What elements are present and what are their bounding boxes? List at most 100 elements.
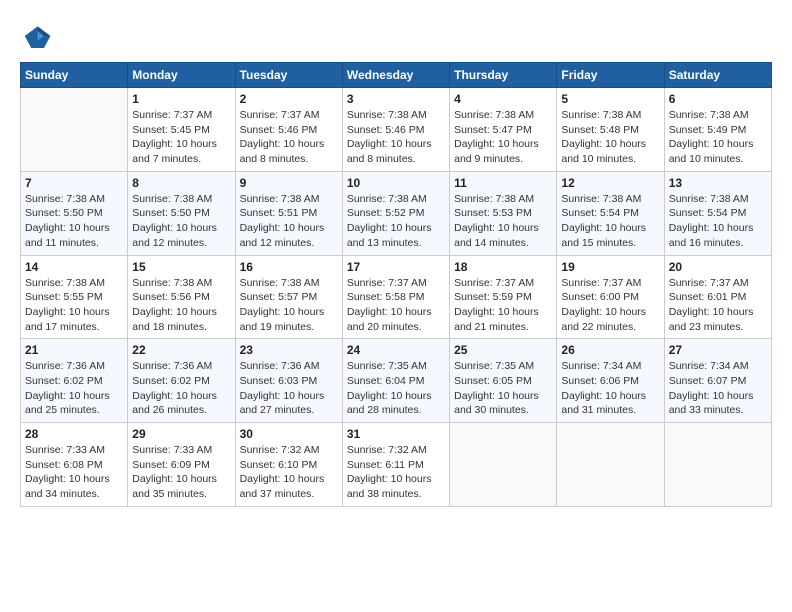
header-row: SundayMondayTuesdayWednesdayThursdayFrid… [21,63,772,88]
day-cell: 3 Sunrise: 7:38 AM Sunset: 5:46 PM Daylig… [342,88,449,172]
day-info: Sunrise: 7:38 AM Sunset: 5:56 PM Dayligh… [132,276,230,335]
day-info: Sunrise: 7:37 AM Sunset: 5:59 PM Dayligh… [454,276,552,335]
day-info: Sunrise: 7:38 AM Sunset: 5:48 PM Dayligh… [561,108,659,167]
day-cell: 18 Sunrise: 7:37 AM Sunset: 5:59 PM Dayli… [450,255,557,339]
day-cell: 19Sunrise: 7:37 AM Sunset: 6:00 PM Dayli… [557,255,664,339]
day-info: Sunrise: 7:36 AM Sunset: 6:02 PM Dayligh… [132,359,230,418]
day-number: 1 [132,92,230,106]
day-info: Sunrise: 7:37 AM Sunset: 5:46 PM Dayligh… [240,108,338,167]
day-number: 23 [240,343,338,357]
week-row-3: 14 Sunrise: 7:38 AM Sunset: 5:55 PM Dayli… [21,255,772,339]
calendar-body: 1 Sunrise: 7:37 AM Sunset: 5:45 PM Daylig… [21,88,772,507]
day-number: 18 [454,260,552,274]
week-row-2: 7 Sunrise: 7:38 AM Sunset: 5:50 PM Daylig… [21,171,772,255]
calendar-table: SundayMondayTuesdayWednesdayThursdayFrid… [20,62,772,507]
day-cell: 11Sunrise: 7:38 AM Sunset: 5:53 PM Dayli… [450,171,557,255]
day-number: 12 [561,176,659,190]
day-cell: 23 Sunrise: 7:36 AM Sunset: 6:03 PM Dayli… [235,339,342,423]
day-cell: 8 Sunrise: 7:38 AM Sunset: 5:50 PM Daylig… [128,171,235,255]
day-cell [21,88,128,172]
day-cell: 16Sunrise: 7:38 AM Sunset: 5:57 PM Dayli… [235,255,342,339]
day-cell [664,423,771,507]
day-info: Sunrise: 7:37 AM Sunset: 5:58 PM Dayligh… [347,276,445,335]
day-cell: 28 Sunrise: 7:33 AM Sunset: 6:08 PM Dayli… [21,423,128,507]
day-info: Sunrise: 7:35 AM Sunset: 6:05 PM Dayligh… [454,359,552,418]
day-info: Sunrise: 7:37 AM Sunset: 6:01 PM Dayligh… [669,276,767,335]
day-number: 9 [240,176,338,190]
week-row-1: 1 Sunrise: 7:37 AM Sunset: 5:45 PM Daylig… [21,88,772,172]
day-cell: 27Sunrise: 7:34 AM Sunset: 6:07 PM Dayli… [664,339,771,423]
day-number: 29 [132,427,230,441]
day-info: Sunrise: 7:33 AM Sunset: 6:09 PM Dayligh… [132,443,230,502]
logo-icon [20,20,52,52]
week-row-4: 21 Sunrise: 7:36 AM Sunset: 6:02 PM Dayli… [21,339,772,423]
day-cell: 21 Sunrise: 7:36 AM Sunset: 6:02 PM Dayli… [21,339,128,423]
day-number: 8 [132,176,230,190]
day-cell: 26Sunrise: 7:34 AM Sunset: 6:06 PM Dayli… [557,339,664,423]
day-cell: 20Sunrise: 7:37 AM Sunset: 6:01 PM Dayli… [664,255,771,339]
day-number: 15 [132,260,230,274]
logo [20,20,56,52]
day-number: 6 [669,92,767,106]
day-cell: 13 Sunrise: 7:38 AM Sunset: 5:54 PM Dayli… [664,171,771,255]
day-cell: 17 Sunrise: 7:37 AM Sunset: 5:58 PM Dayli… [342,255,449,339]
day-number: 22 [132,343,230,357]
day-info: Sunrise: 7:38 AM Sunset: 5:50 PM Dayligh… [25,192,123,251]
day-cell: 22 Sunrise: 7:36 AM Sunset: 6:02 PM Dayli… [128,339,235,423]
day-info: Sunrise: 7:33 AM Sunset: 6:08 PM Dayligh… [25,443,123,502]
day-info: Sunrise: 7:38 AM Sunset: 5:54 PM Dayligh… [669,192,767,251]
day-info: Sunrise: 7:37 AM Sunset: 6:00 PM Dayligh… [561,276,659,335]
day-number: 30 [240,427,338,441]
day-number: 24 [347,343,445,357]
day-info: Sunrise: 7:36 AM Sunset: 6:02 PM Dayligh… [25,359,123,418]
day-number: 5 [561,92,659,106]
day-info: Sunrise: 7:38 AM Sunset: 5:46 PM Dayligh… [347,108,445,167]
day-cell: 15 Sunrise: 7:38 AM Sunset: 5:56 PM Dayli… [128,255,235,339]
day-cell: 5 Sunrise: 7:38 AM Sunset: 5:48 PM Daylig… [557,88,664,172]
day-number: 28 [25,427,123,441]
calendar-header: SundayMondayTuesdayWednesdayThursdayFrid… [21,63,772,88]
day-number: 16 [240,260,338,274]
day-info: Sunrise: 7:32 AM Sunset: 6:11 PM Dayligh… [347,443,445,502]
day-cell: 9Sunrise: 7:38 AM Sunset: 5:51 PM Daylig… [235,171,342,255]
page-header [20,20,772,52]
day-cell: 24 Sunrise: 7:35 AM Sunset: 6:04 PM Dayli… [342,339,449,423]
day-number: 2 [240,92,338,106]
day-info: Sunrise: 7:35 AM Sunset: 6:04 PM Dayligh… [347,359,445,418]
header-cell-wednesday: Wednesday [342,63,449,88]
day-info: Sunrise: 7:34 AM Sunset: 6:07 PM Dayligh… [669,359,767,418]
header-cell-monday: Monday [128,63,235,88]
day-cell: 31 Sunrise: 7:32 AM Sunset: 6:11 PM Dayli… [342,423,449,507]
day-number: 13 [669,176,767,190]
day-number: 14 [25,260,123,274]
day-number: 17 [347,260,445,274]
day-number: 26 [561,343,659,357]
header-cell-sunday: Sunday [21,63,128,88]
day-cell: 14 Sunrise: 7:38 AM Sunset: 5:55 PM Dayli… [21,255,128,339]
header-cell-friday: Friday [557,63,664,88]
day-number: 7 [25,176,123,190]
day-info: Sunrise: 7:36 AM Sunset: 6:03 PM Dayligh… [240,359,338,418]
day-number: 31 [347,427,445,441]
day-number: 21 [25,343,123,357]
day-info: Sunrise: 7:38 AM Sunset: 5:53 PM Dayligh… [454,192,552,251]
day-info: Sunrise: 7:38 AM Sunset: 5:54 PM Dayligh… [561,192,659,251]
header-cell-tuesday: Tuesday [235,63,342,88]
week-row-5: 28 Sunrise: 7:33 AM Sunset: 6:08 PM Dayli… [21,423,772,507]
day-info: Sunrise: 7:38 AM Sunset: 5:47 PM Dayligh… [454,108,552,167]
header-cell-saturday: Saturday [664,63,771,88]
day-info: Sunrise: 7:37 AM Sunset: 5:45 PM Dayligh… [132,108,230,167]
header-cell-thursday: Thursday [450,63,557,88]
day-cell [557,423,664,507]
day-info: Sunrise: 7:38 AM Sunset: 5:52 PM Dayligh… [347,192,445,251]
day-info: Sunrise: 7:38 AM Sunset: 5:50 PM Dayligh… [132,192,230,251]
day-cell: 30Sunrise: 7:32 AM Sunset: 6:10 PM Dayli… [235,423,342,507]
day-info: Sunrise: 7:38 AM Sunset: 5:55 PM Dayligh… [25,276,123,335]
day-number: 3 [347,92,445,106]
day-cell: 6Sunrise: 7:38 AM Sunset: 5:49 PM Daylig… [664,88,771,172]
day-cell: 4Sunrise: 7:38 AM Sunset: 5:47 PM Daylig… [450,88,557,172]
day-number: 10 [347,176,445,190]
day-cell: 12 Sunrise: 7:38 AM Sunset: 5:54 PM Dayli… [557,171,664,255]
day-cell: 1 Sunrise: 7:37 AM Sunset: 5:45 PM Daylig… [128,88,235,172]
day-cell: 10 Sunrise: 7:38 AM Sunset: 5:52 PM Dayli… [342,171,449,255]
